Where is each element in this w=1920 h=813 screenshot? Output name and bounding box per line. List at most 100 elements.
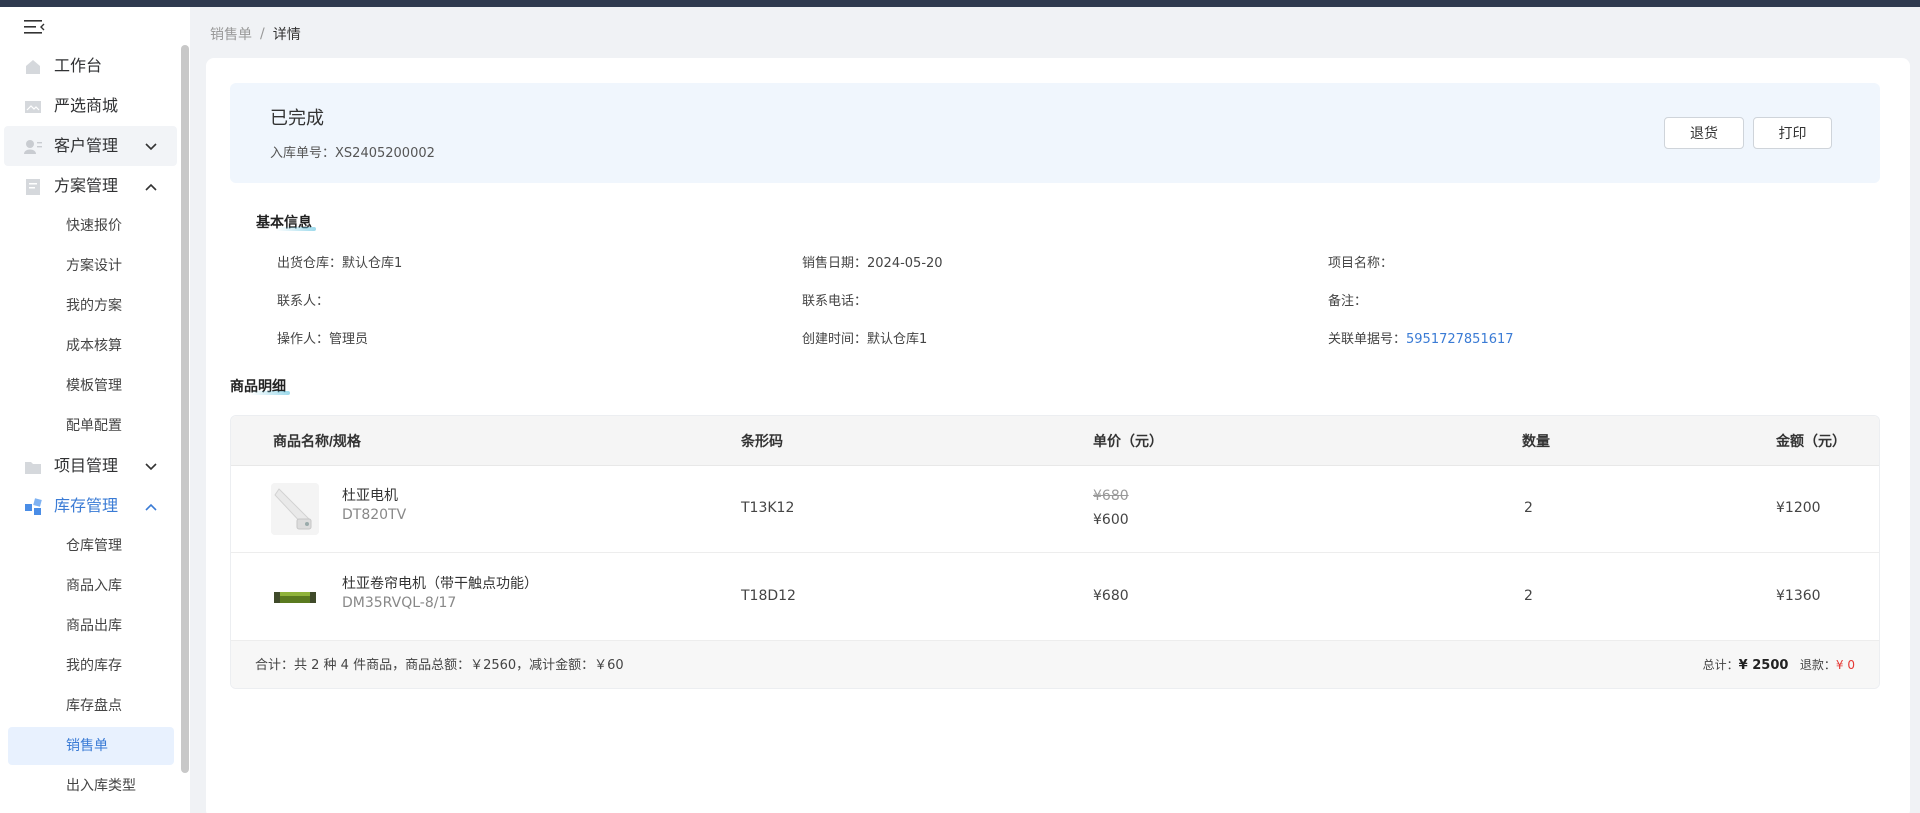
info-sale-date: 销售日期：2024-05-20 bbox=[802, 256, 943, 271]
breadcrumb-current: 详情 bbox=[272, 27, 301, 43]
basic-info-title: 基本信息 bbox=[256, 214, 316, 231]
folder-icon bbox=[24, 458, 42, 476]
print-button[interactable]: 打印 bbox=[1753, 117, 1832, 149]
table-footer: 合计：共 2 种 4 件商品，商品总额：￥2560，减计金额：￥60 总计：¥ … bbox=[231, 641, 1879, 688]
subitem-label: 我的库存 bbox=[66, 658, 122, 674]
image-icon bbox=[24, 98, 42, 116]
return-button[interactable]: 退货 bbox=[1664, 117, 1744, 149]
goods-title: 商品明细 bbox=[230, 378, 290, 395]
total-summary: 总计：¥ 2500 退款：¥ 0 bbox=[1702, 641, 1855, 688]
sidebar-scrollbar[interactable] bbox=[181, 45, 189, 773]
order-number-value: XS2405200002 bbox=[335, 146, 435, 161]
breadcrumb-separator: / bbox=[260, 26, 265, 42]
sidebar-item-inventory[interactable]: 库存管理 bbox=[4, 486, 177, 526]
subitem-label: 出入库类型 bbox=[66, 778, 136, 794]
chevron-down-icon bbox=[144, 139, 158, 153]
subitem-label: 快速报价 bbox=[66, 218, 122, 234]
subitem-label: 方案设计 bbox=[66, 258, 122, 274]
info-related: 关联单据号：5951727851617 bbox=[1328, 328, 1514, 347]
sidebar-subitem-templates[interactable]: 模板管理 bbox=[8, 367, 174, 405]
refund-value: ¥ 0 bbox=[1835, 658, 1855, 672]
menu-toggle-icon[interactable] bbox=[22, 17, 48, 37]
sidebar-item-workbench[interactable]: 工作台 bbox=[4, 46, 177, 86]
column-header-barcode: 条形码 bbox=[741, 433, 783, 449]
sidebar-subitem-stocktake[interactable]: 库存盘点 bbox=[8, 687, 174, 725]
price-cell: ¥600 bbox=[1093, 512, 1129, 528]
product-thumbnail bbox=[271, 483, 319, 535]
column-header-name: 商品名称/规格 bbox=[273, 433, 361, 449]
inventory-icon bbox=[24, 498, 42, 516]
subitem-label: 配单配置 bbox=[66, 418, 122, 434]
related-order-link[interactable]: 5951727851617 bbox=[1406, 332, 1514, 347]
home-icon bbox=[24, 58, 42, 76]
qty-cell: 2 bbox=[1524, 588, 1533, 604]
subitem-label: 仓库管理 bbox=[66, 538, 122, 554]
sidebar-item-mall[interactable]: 严选商城 bbox=[4, 86, 177, 126]
sidebar-item-plans[interactable]: 方案管理 bbox=[4, 166, 177, 206]
subitem-label: 商品出库 bbox=[66, 618, 122, 634]
sidebar-item-label: 方案管理 bbox=[54, 176, 119, 195]
subitem-label: 销售单 bbox=[66, 738, 108, 754]
customer-icon bbox=[24, 138, 42, 156]
original-price-cell: ¥680 bbox=[1093, 488, 1129, 504]
info-created: 创建时间：默认仓库1 bbox=[802, 332, 928, 347]
subitem-label: 库存盘点 bbox=[66, 698, 122, 714]
chevron-up-icon bbox=[144, 179, 158, 193]
column-header-amount: 金额（元） bbox=[1776, 433, 1846, 449]
sidebar-subitem-sales-orders[interactable]: 销售单 bbox=[8, 727, 174, 765]
sidebar-subitem-quick-quote[interactable]: 快速报价 bbox=[8, 207, 174, 245]
sidebar-subitem-my-stock[interactable]: 我的库存 bbox=[8, 647, 174, 685]
table-row: 杜亚电机 DT820TV T13K12 ¥680 ¥600 2 ¥1200 bbox=[231, 466, 1879, 553]
subitem-label: 我的方案 bbox=[66, 298, 122, 314]
product-thumbnail bbox=[271, 571, 319, 623]
sidebar-item-label: 工作台 bbox=[54, 56, 103, 75]
info-phone: 联系电话： bbox=[802, 294, 868, 309]
sidebar-item-label: 客户管理 bbox=[54, 136, 119, 155]
subitem-label: 成本核算 bbox=[66, 338, 122, 354]
info-warehouse: 出货仓库：默认仓库1 bbox=[277, 256, 403, 271]
amount-cell: ¥1360 bbox=[1776, 588, 1821, 604]
subitem-label: 模板管理 bbox=[66, 378, 122, 394]
barcode-cell: T13K12 bbox=[741, 500, 795, 516]
column-header-qty: 数量 bbox=[1522, 433, 1550, 449]
top-bar bbox=[0, 0, 1920, 7]
product-spec: DT820TV bbox=[342, 507, 407, 523]
qty-cell: 2 bbox=[1524, 500, 1533, 516]
status-panel bbox=[230, 83, 1880, 183]
sidebar-subitem-stock-out[interactable]: 商品出库 bbox=[8, 607, 174, 645]
refund-label: 退款： bbox=[1799, 658, 1836, 672]
info-operator: 操作人：管理员 bbox=[277, 332, 369, 347]
barcode-cell: T18D12 bbox=[741, 588, 796, 604]
product-spec: DM35RVQL-8/17 bbox=[342, 595, 457, 611]
chevron-down-icon bbox=[144, 459, 158, 473]
related-label: 关联单据号： bbox=[1328, 332, 1407, 347]
order-number: 入库单号：XS2405200002 bbox=[270, 142, 435, 161]
chevron-up-icon bbox=[144, 499, 158, 513]
order-status: 已完成 bbox=[270, 108, 324, 129]
table-row: 杜亚卷帘电机（带干触点功能） DM35RVQL-8/17 T18D12 ¥680… bbox=[231, 554, 1879, 641]
sidebar-subitem-order-config[interactable]: 配单配置 bbox=[8, 407, 174, 445]
sidebar-subitem-io-types[interactable]: 出入库类型 bbox=[8, 767, 174, 805]
price-cell: ¥680 bbox=[1093, 588, 1129, 604]
order-number-label: 入库单号： bbox=[270, 146, 336, 161]
sidebar-subitem-my-plans[interactable]: 我的方案 bbox=[8, 287, 174, 325]
product-name: 杜亚卷帘电机（带干触点功能） bbox=[342, 576, 538, 592]
summary-text: 合计：共 2 种 4 件商品，商品总额：￥2560，减计金额：￥60 bbox=[255, 658, 624, 673]
sidebar-item-label: 库存管理 bbox=[54, 496, 119, 515]
sidebar-item-projects[interactable]: 项目管理 bbox=[4, 446, 177, 486]
breadcrumb-parent-link[interactable]: 销售单 bbox=[210, 24, 252, 44]
info-remark: 备注： bbox=[1328, 294, 1368, 309]
total-label: 总计： bbox=[1702, 658, 1739, 672]
breadcrumb: 销售单 / 详情 bbox=[210, 24, 301, 44]
table-header: 商品名称/规格 条形码 单价（元） 数量 金额（元） bbox=[231, 416, 1879, 466]
amount-cell: ¥1200 bbox=[1776, 500, 1821, 516]
sidebar-item-label: 项目管理 bbox=[54, 456, 119, 475]
info-contact: 联系人： bbox=[277, 294, 330, 309]
goods-table: 商品名称/规格 条形码 单价（元） 数量 金额（元） 杜亚电机 DT820TV … bbox=[230, 415, 1880, 689]
sidebar-item-customers[interactable]: 客户管理 bbox=[4, 126, 177, 166]
sidebar-subitem-cost-accounting[interactable]: 成本核算 bbox=[8, 327, 174, 365]
sidebar: 工作台 严选商城 客户管理 方案管理 快速报价 方案设计 我的方案 成本核算 模… bbox=[0, 7, 190, 813]
sidebar-subitem-warehouses[interactable]: 仓库管理 bbox=[8, 527, 174, 565]
sidebar-subitem-plan-design[interactable]: 方案设计 bbox=[8, 247, 174, 285]
sidebar-subitem-stock-in[interactable]: 商品入库 bbox=[8, 567, 174, 605]
